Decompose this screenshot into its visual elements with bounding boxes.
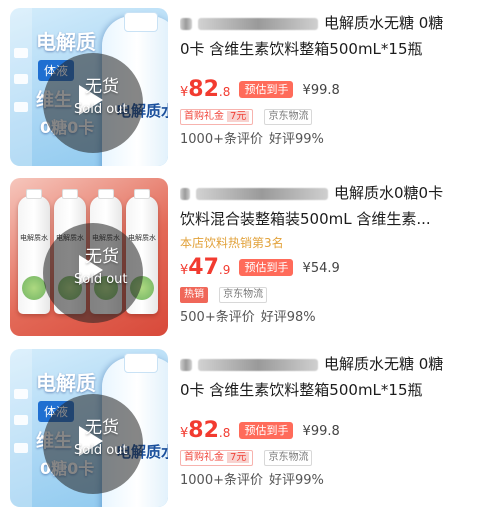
product-thumbnail[interactable]: 电解质水 电解质水 电解质水 电解质水 无货 Sold o <box>10 178 168 336</box>
promo-label: 首购礼金 <box>184 452 224 463</box>
product-title-line2[interactable]: 饮料混合装整箱装500mL 含维生素... <box>180 206 470 232</box>
price-row: ¥82.8 预估到手 ¥99.8 <box>180 76 470 104</box>
checkbox-icon <box>14 443 28 453</box>
review-count: 1000+条评价 <box>180 132 263 147</box>
blurred-text <box>198 358 318 371</box>
blurred-text <box>180 187 190 200</box>
sales-rank[interactable]: 本店饮料热销第3名 <box>180 232 470 254</box>
thumb-label: 电解质 <box>36 30 96 54</box>
sold-out-label: Sold out <box>74 102 128 117</box>
sold-out-label: Sold out <box>74 272 128 287</box>
out-of-stock-label: 无货 <box>85 247 119 267</box>
product-title[interactable]: 电解质水无糖 0糖 <box>180 351 470 377</box>
tags-row: 首购礼金 7元 京东物流 <box>180 104 470 128</box>
thumb-side-stripe <box>10 349 32 507</box>
title-text: 电解质水0糖0卡 <box>334 184 444 202</box>
bottle-cap <box>124 12 158 32</box>
out-of-stock-label: 无货 <box>85 77 119 97</box>
logistics-tag: 京东物流 <box>264 450 313 466</box>
promo-tag: 首购礼金 7元 <box>180 109 254 125</box>
original-price: ¥99.8 <box>302 83 340 98</box>
price-integer: 82 <box>188 418 219 443</box>
hot-tag: 热销 <box>180 287 208 303</box>
promo-amount: 7元 <box>227 111 250 122</box>
bottle-cap <box>26 189 42 199</box>
product-title[interactable]: 电解质水0糖0卡 <box>180 180 470 206</box>
product-card[interactable]: 电解质水 电解质水 电解质水 电解质水 无货 Sold o <box>0 170 480 340</box>
review-count: 1000+条评价 <box>180 473 263 488</box>
bottle-label: 电解质水 <box>128 234 156 242</box>
good-rate: 好评99% <box>268 473 324 488</box>
price-decimal: .9 <box>218 263 231 277</box>
review-row: 500+条评价 好评98% <box>180 306 470 330</box>
promo-label: 首购礼金 <box>184 111 224 122</box>
product-card[interactable]: 电解质 体液 维生 0糖0卡 电解质水 无货 Sold out 电解质水无糖 0… <box>0 0 480 170</box>
estimate-badge: 预估到手 <box>239 422 294 439</box>
product-info: 电解质水无糖 0糖 0卡 含维生素饮料整箱500mL*15瓶 ¥82.8 预估到… <box>180 10 470 152</box>
promo-tag: 首购礼金 7元 <box>180 450 254 466</box>
logistics-tag: 京东物流 <box>264 109 313 125</box>
fruit-graphic <box>22 276 46 300</box>
product-thumbnail[interactable]: 电解质 体液 维生 0糖0卡 电解质水 无货 Sold out <box>10 349 168 507</box>
review-count: 500+条评价 <box>180 310 255 325</box>
bottle-cap <box>134 189 150 199</box>
product-title-line2[interactable]: 0卡 含维生素饮料整箱500mL*15瓶 <box>180 377 470 403</box>
checkbox-icon <box>14 415 28 425</box>
checkbox-icon <box>14 48 28 58</box>
price-integer: 82 <box>188 77 219 102</box>
original-price: ¥54.9 <box>302 261 340 276</box>
product-title-line2[interactable]: 0卡 含维生素饮料整箱500mL*15瓶 <box>180 36 470 62</box>
price-decimal: .8 <box>218 85 231 99</box>
title-text: 电解质水无糖 0糖 <box>324 14 444 32</box>
tags-row: 热销 京东物流 <box>180 282 470 306</box>
bottle-cap <box>98 189 114 199</box>
thumb-side-stripe <box>10 8 32 166</box>
product-list: 电解质 体液 维生 0糖0卡 电解质水 无货 Sold out 电解质水无糖 0… <box>0 0 480 510</box>
estimate-badge: 预估到手 <box>239 81 294 98</box>
bottle-cap <box>124 353 158 373</box>
product-info: 电解质水无糖 0糖 0卡 含维生素饮料整箱500mL*15瓶 ¥82.8 预估到… <box>180 351 470 493</box>
price-row: ¥47.9 预估到手 ¥54.9 <box>180 254 470 282</box>
price-decimal: .8 <box>218 426 231 440</box>
review-row: 1000+条评价 好评99% <box>180 128 470 152</box>
checkbox-icon <box>14 74 28 84</box>
good-rate: 好评98% <box>260 310 316 325</box>
tags-row: 首购礼金 7元 京东物流 <box>180 445 470 469</box>
product-info: 电解质水0糖0卡 饮料混合装整箱装500mL 含维生素... 本店饮料热销第3名… <box>180 180 470 330</box>
blurred-text <box>198 17 318 30</box>
bottle-cap <box>62 189 78 199</box>
blurred-text <box>196 187 328 200</box>
logistics-tag: 京东物流 <box>219 287 268 303</box>
sold-out-label: Sold out <box>74 443 128 458</box>
estimate-badge: 预估到手 <box>239 259 294 276</box>
product-card[interactable]: 电解质 体液 维生 0糖0卡 电解质水 无货 Sold out 电解质水无糖 0… <box>0 341 480 510</box>
promo-amount: 7元 <box>227 452 250 463</box>
product-title[interactable]: 电解质水无糖 0糖 <box>180 10 470 36</box>
good-rate: 好评99% <box>268 132 324 147</box>
product-thumbnail[interactable]: 电解质 体液 维生 0糖0卡 电解质水 无货 Sold out <box>10 8 168 166</box>
review-row: 1000+条评价 好评99% <box>180 469 470 493</box>
blurred-text <box>180 17 192 30</box>
thumb-label: 电解质 <box>36 371 96 395</box>
checkbox-icon <box>14 102 28 112</box>
price-row: ¥82.8 预估到手 ¥99.8 <box>180 417 470 445</box>
bottle-label: 电解质水 <box>20 234 48 242</box>
checkbox-icon <box>14 389 28 399</box>
out-of-stock-label: 无货 <box>85 418 119 438</box>
title-text: 电解质水无糖 0糖 <box>324 355 444 373</box>
original-price: ¥99.8 <box>302 424 340 439</box>
blurred-text <box>180 358 192 371</box>
price-integer: 47 <box>188 255 219 280</box>
